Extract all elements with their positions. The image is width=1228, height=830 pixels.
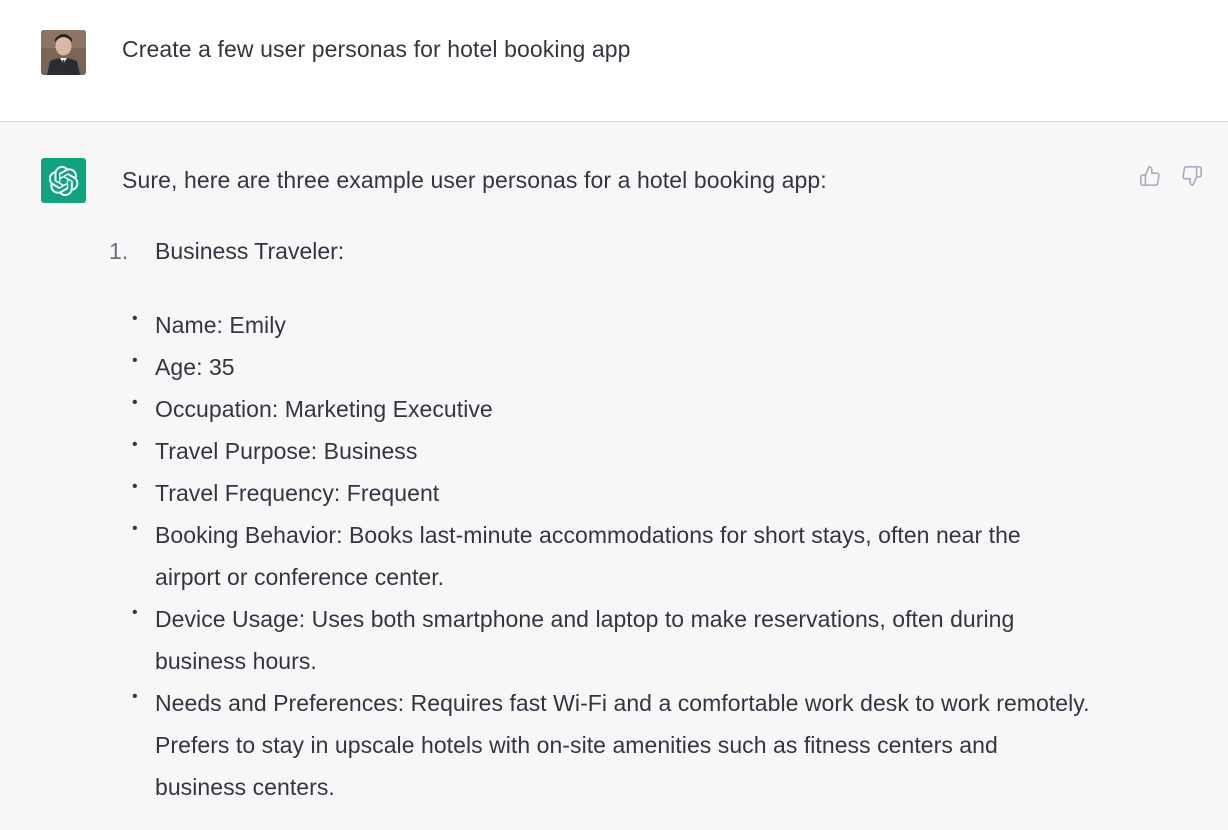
assistant-avatar <box>41 158 86 203</box>
bullet-text: Name: Emily <box>155 312 286 338</box>
bullet-text: Travel Purpose: Business <box>155 438 418 464</box>
assistant-intro-text: Sure, here are three example user person… <box>122 167 827 193</box>
bullet-dot-icon: • <box>132 310 138 327</box>
list-number: 1. <box>109 238 129 264</box>
list-item: • Age: 35 <box>130 346 1090 388</box>
bullet-dot-icon: • <box>132 520 138 537</box>
bullet-dot-icon: • <box>132 688 138 705</box>
thumbs-up-icon <box>1140 166 1160 186</box>
list-item: • Needs and Preferences: Requires fast Wi… <box>130 682 1090 808</box>
user-avatar-photo-icon <box>41 30 86 75</box>
user-message-row: Create a few user personas for hotel boo… <box>0 0 1228 122</box>
bullet-text: Needs and Preferences: Requires fast Wi-… <box>155 690 1090 800</box>
list-item: • Travel Purpose: Business <box>130 430 1090 472</box>
ordered-list-item: 1. Business Traveler: <box>109 237 1109 265</box>
list-item: • Device Usage: Uses both smartphone and … <box>130 598 1090 682</box>
bullet-dot-icon: • <box>132 394 138 411</box>
bullet-text: Age: 35 <box>155 354 235 380</box>
bullet-text: Booking Behavior: Books last-minute acco… <box>155 522 1021 590</box>
list-item: • Name: Emily <box>130 304 1090 346</box>
user-avatar <box>41 30 86 75</box>
persona-title: Business Traveler: <box>155 238 345 264</box>
bullet-dot-icon: • <box>132 478 138 495</box>
bullet-text: Occupation: Marketing Executive <box>155 396 493 422</box>
list-item: • Occupation: Marketing Executive <box>130 388 1090 430</box>
bullet-dot-icon: • <box>132 436 138 453</box>
feedback-controls <box>1138 164 1204 188</box>
bullet-text: Travel Frequency: Frequent <box>155 480 440 506</box>
bullet-dot-icon: • <box>132 604 138 621</box>
user-message-text: Create a few user personas for hotel boo… <box>122 36 631 62</box>
list-item: • Booking Behavior: Books last-minute acc… <box>130 514 1090 598</box>
openai-logo-icon <box>48 165 78 196</box>
persona-details-list: • Name: Emily • Age: 35 • Occupation: Marke… <box>130 304 1090 808</box>
assistant-message-row: Sure, here are three example user person… <box>0 122 1228 830</box>
bullet-text: Device Usage: Uses both smartphone and l… <box>155 606 1015 674</box>
bullet-dot-icon: • <box>132 352 138 369</box>
thumbs-up-button[interactable] <box>1138 164 1162 188</box>
thumbs-down-icon <box>1182 166 1202 186</box>
list-item: • Travel Frequency: Frequent <box>130 472 1090 514</box>
thumbs-down-button[interactable] <box>1180 164 1204 188</box>
